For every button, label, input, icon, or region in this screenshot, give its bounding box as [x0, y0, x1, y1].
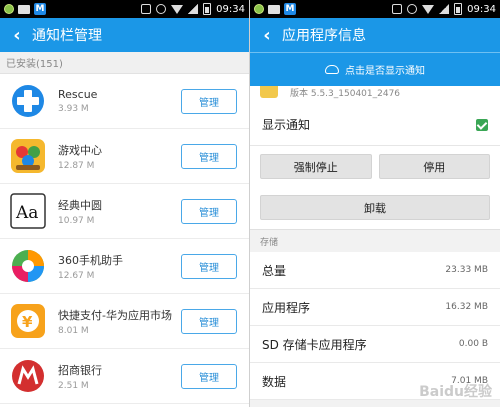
show-notification-label: 显示通知	[262, 118, 311, 132]
mail-icon	[268, 4, 280, 14]
app-row[interactable]: Rescue 3.93 M 管理	[0, 74, 249, 129]
app-size: 10.97 M	[58, 215, 95, 226]
app-info: 游戏中心 12.87 M	[58, 142, 181, 171]
app-notification-icon	[254, 4, 264, 14]
page-title: 通知栏管理	[32, 28, 102, 44]
app-name: 360手机助手	[58, 253, 123, 267]
app-list: Rescue 3.93 M 管理 游戏中心 12.87 M 管理 Aa 经典中圆 10.97 M…	[0, 74, 249, 404]
game-center-icon	[10, 138, 46, 174]
app-name: 经典中圆	[58, 198, 102, 212]
manage-button[interactable]: 管理	[181, 198, 237, 224]
app-size: 12.67 M	[58, 270, 95, 281]
storage-stat-row: SD 存储卡应用程序 0.00 B	[250, 326, 500, 363]
app-size: 3.93 M	[58, 104, 89, 114]
app-row[interactable]: 360手机助手 12.67 M 管理	[0, 239, 249, 294]
force-stop-button[interactable]: 强制停止	[260, 154, 372, 179]
vibrate-icon	[141, 4, 152, 14]
notification-tip-banner[interactable]: 点击是否显示通知	[250, 52, 500, 86]
app-info: 经典中圆 10.97 M	[58, 197, 181, 226]
title-bar: ‹ 应用程序信息	[250, 18, 500, 52]
storage-stat-row: 应用程序 16.32 MB	[250, 289, 500, 326]
show-notification-row[interactable]: 显示通知	[250, 104, 500, 146]
button-area-spacer	[250, 220, 500, 230]
manage-button[interactable]: 管理	[181, 88, 237, 114]
app-info-screen: M 09:34 ‹ 应用程序信息 点击是否显示通知 版本 5.5.3_15040…	[250, 0, 500, 407]
signal-icon	[188, 4, 199, 14]
mail-icon	[18, 4, 30, 14]
show-notification-checkbox[interactable]	[476, 118, 488, 131]
app-name: Rescue	[58, 88, 98, 101]
rescue-cross-icon	[10, 83, 46, 119]
app-row[interactable]: Aa 经典中圆 10.97 M 管理	[0, 184, 249, 239]
app-row[interactable]: 游戏中心 12.87 M 管理	[0, 129, 249, 184]
storage-stats: 总量 23.33 MB 应用程序 16.32 MB SD 存储卡应用程序 0.00 B 数据…	[250, 252, 500, 400]
installed-count-label: 已安装(151)	[0, 52, 249, 74]
font-aa-icon: Aa	[10, 193, 46, 229]
status-bar: M 09:34	[250, 0, 500, 18]
status-time: 09:34	[467, 3, 496, 15]
alarm-icon	[156, 4, 167, 14]
app-size: 8.01 M	[58, 325, 89, 336]
vibrate-icon	[392, 4, 403, 14]
stat-label: 总量	[262, 263, 287, 278]
back-arrow-icon[interactable]: ‹	[8, 25, 26, 46]
cmb-bank-icon	[10, 358, 46, 394]
stat-label: SD 存储卡应用程序	[262, 337, 367, 352]
app-name: 游戏中心	[58, 143, 102, 157]
app-info: 360手机助手 12.67 M	[58, 252, 181, 281]
battery-icon	[203, 3, 212, 15]
yuan-pay-icon: ¥	[10, 303, 46, 339]
app-name: 快捷支付-华为应用市场	[58, 308, 172, 322]
back-arrow-icon[interactable]: ‹	[258, 25, 276, 46]
banner-text: 点击是否显示通知	[345, 66, 425, 77]
m-app-icon: M	[34, 3, 46, 15]
disable-button[interactable]: 停用	[378, 154, 490, 179]
signal-icon	[439, 4, 450, 14]
manage-button[interactable]: 管理	[181, 308, 237, 334]
stat-value: 23.33 MB	[445, 265, 488, 275]
status-time: 09:34	[216, 3, 245, 15]
app-size: 12.87 M	[58, 160, 95, 171]
storage-stat-row: 总量 23.33 MB	[250, 252, 500, 289]
status-bar: M 09:34	[0, 0, 249, 18]
app-icon	[260, 86, 278, 98]
action-buttons: 强制停止 停用 卸载	[250, 146, 500, 220]
svg-text:Aa: Aa	[15, 203, 38, 223]
app-info: 招商银行 2.51 M	[58, 362, 181, 391]
app-size: 2.51 M	[58, 380, 89, 391]
manage-button[interactable]: 管理	[181, 253, 237, 279]
manage-button[interactable]: 管理	[181, 363, 237, 389]
wifi-icon	[422, 4, 435, 14]
wifi-icon	[171, 4, 184, 14]
version-text: 版本 5.5.3_150401_2476	[290, 88, 401, 99]
cloud-icon	[325, 65, 339, 74]
app-notification-icon	[4, 4, 14, 14]
page-title: 应用程序信息	[282, 28, 366, 44]
stat-value: 0.00 B	[458, 339, 488, 349]
svg-text:¥: ¥	[22, 313, 33, 331]
manage-button[interactable]: 管理	[181, 143, 237, 169]
alarm-icon	[407, 4, 418, 14]
app-name: 招商银行	[58, 363, 102, 377]
battery-icon	[454, 3, 463, 15]
360-assistant-icon	[10, 248, 46, 284]
app-row[interactable]: 招商银行 2.51 M 管理	[0, 349, 249, 404]
app-row[interactable]: ¥ 快捷支付-华为应用市场 8.01 M 管理	[0, 294, 249, 349]
title-bar: ‹ 通知栏管理	[0, 18, 249, 52]
notification-manager-screen: M 09:34 ‹ 通知栏管理 已安装(151) Rescue 3.93 M 管理游…	[0, 0, 249, 407]
stat-label: 应用程序	[262, 300, 311, 315]
uninstall-button[interactable]: 卸载	[260, 195, 490, 220]
storage-section-label: 存储	[250, 230, 500, 252]
m-app-icon: M	[284, 3, 296, 15]
version-row: 版本 5.5.3_150401_2476	[250, 86, 500, 104]
app-info: 快捷支付-华为应用市场 8.01 M	[58, 307, 181, 336]
stat-value: 16.32 MB	[445, 302, 488, 312]
app-info: Rescue 3.93 M	[58, 88, 181, 114]
baidu-watermark: Baidu经验	[419, 384, 492, 400]
